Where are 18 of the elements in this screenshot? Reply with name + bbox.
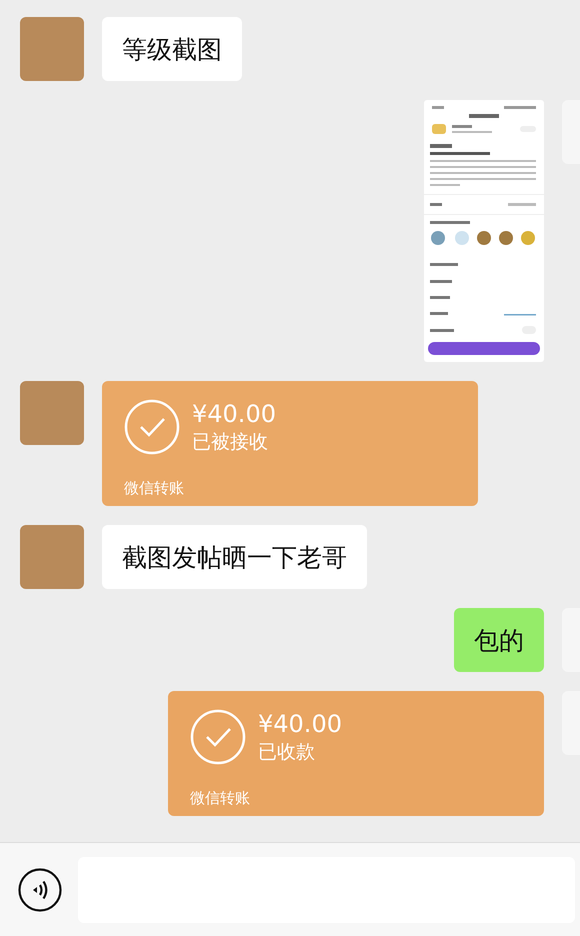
avatar-photo[interactable] <box>20 381 84 445</box>
transfer-status: 已收款 <box>258 740 316 765</box>
transfer-card[interactable]: ¥40.00 已被接收 微信转账 <box>102 381 478 506</box>
screenshot-drawing[interactable] <box>424 100 544 362</box>
transfer-label: 微信转账 <box>190 789 251 808</box>
avatar-photo[interactable] <box>20 525 84 589</box>
avatar-photo[interactable] <box>20 17 84 81</box>
transfer-status: 已被接收 <box>192 430 269 455</box>
transfer-label: 微信转账 <box>124 479 185 498</box>
transfer-card[interactable]: ¥40.00 已收款 微信转账 <box>168 691 544 816</box>
checkmark-icon <box>124 399 180 455</box>
message-bubble: 截图发帖晒一下老哥 <box>102 525 367 589</box>
message-bubble: 等级截图 <box>102 17 242 81</box>
transfer-amount: ¥40.00 <box>192 399 276 429</box>
message-bubble: 包的 <box>454 608 544 672</box>
transfer-amount: ¥40.00 <box>258 709 342 739</box>
voice-icon[interactable] <box>18 868 62 912</box>
checkmark-icon <box>190 709 246 765</box>
